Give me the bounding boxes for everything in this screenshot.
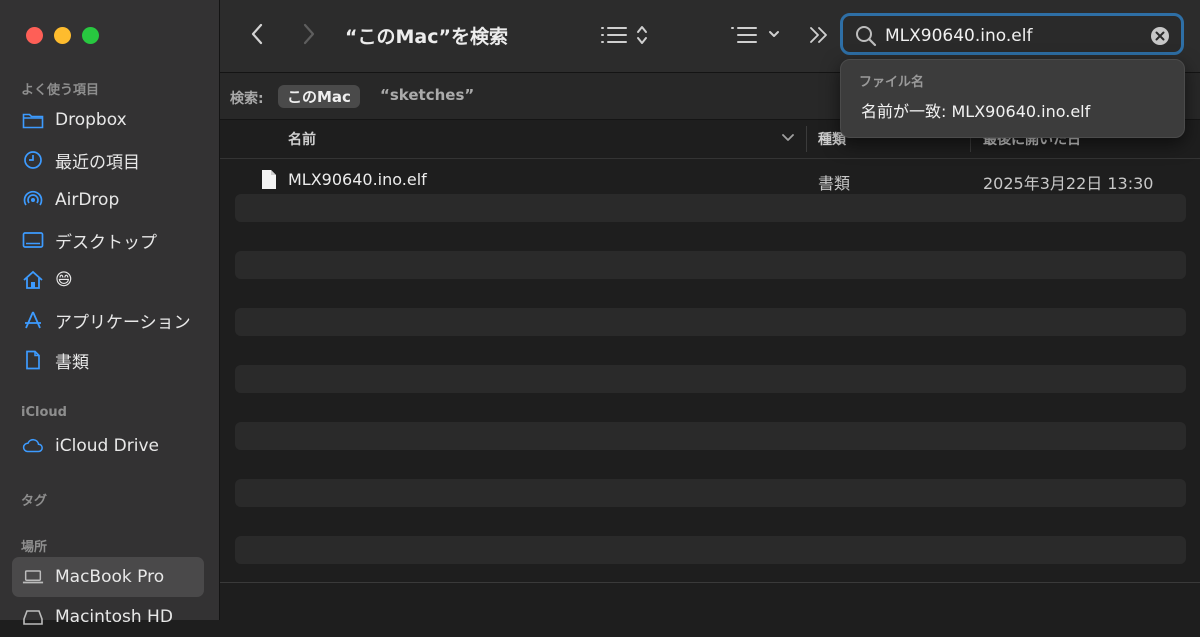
file-name: MLX90640.ino.elf — [288, 170, 427, 189]
table-row[interactable]: MLX90640.ino.elf 書類 2025年3月22日 13:30 — [235, 166, 1186, 194]
locations-header: 場所 — [21, 540, 48, 555]
group-button[interactable] — [730, 24, 784, 50]
folder-icon — [22, 109, 44, 131]
sidebar-item-label: 😄 — [55, 270, 73, 290]
empty-row — [235, 479, 1186, 507]
sidebar-item-home[interactable]: 😄 — [12, 260, 204, 300]
document-file-icon — [262, 170, 276, 189]
zoom-window-button[interactable] — [82, 27, 99, 44]
tags-header: タグ — [21, 494, 48, 509]
empty-row — [235, 251, 1186, 279]
sidebar-item-icloud-drive[interactable]: iCloud Drive — [12, 426, 204, 466]
empty-row — [235, 536, 1186, 564]
window-controls — [26, 27, 99, 44]
scope-label: 検索: — [230, 91, 264, 107]
laptop-icon — [22, 566, 44, 588]
empty-row — [235, 422, 1186, 450]
search-suggestions-popup: ファイル名 名前が一致: MLX90640.ino.elf — [840, 59, 1185, 138]
sidebar-item-macbook-pro[interactable]: MacBook Pro — [12, 557, 204, 597]
sidebar-item-label: アプリケーション — [55, 312, 191, 333]
airdrop-icon — [22, 189, 44, 211]
back-button[interactable] — [250, 22, 264, 50]
column-header-name[interactable]: 名前 — [288, 129, 316, 149]
sidebar-item-recents[interactable]: 最近の項目 — [12, 140, 204, 180]
empty-row — [235, 308, 1186, 336]
column-divider[interactable] — [806, 126, 807, 152]
view-list-button[interactable] — [600, 24, 652, 50]
path-bar-divider — [220, 582, 1200, 583]
sidebar-item-label: 書類 — [55, 352, 89, 373]
sidebar-item-label: デスクトップ — [55, 232, 157, 253]
chevron-right-icon — [303, 23, 315, 45]
file-kind: 書類 — [818, 174, 851, 193]
search-icon — [856, 26, 877, 47]
sidebar-item-documents[interactable]: 書類 — [12, 340, 204, 380]
file-date: 2025年3月22日 13:30 — [983, 174, 1154, 193]
double-chevron-right-icon — [810, 27, 827, 43]
close-window-button[interactable] — [26, 27, 43, 44]
minimize-window-button[interactable] — [54, 27, 71, 44]
desktop-icon — [22, 229, 44, 251]
sidebar-item-label: 最近の項目 — [55, 152, 140, 173]
list-view-icon — [601, 26, 647, 44]
sidebar: よく使う項目 Dropbox 最近の項目 AirDrop デスクトップ 😄 アプ… — [0, 0, 220, 627]
applications-icon — [22, 309, 44, 331]
cloud-icon — [22, 435, 44, 457]
chevron-left-icon — [251, 23, 263, 45]
empty-row — [235, 365, 1186, 393]
icloud-header: iCloud — [21, 405, 67, 420]
suggestion-header: ファイル名 — [859, 75, 925, 90]
suggestion-item[interactable]: 名前が一致: MLX90640.ino.elf — [861, 98, 1090, 122]
sidebar-item-label: AirDrop — [55, 190, 120, 210]
sidebar-item-label: Macintosh HD — [55, 607, 173, 627]
sidebar-item-label: MacBook Pro — [55, 567, 165, 587]
sidebar-item-applications[interactable]: アプリケーション — [12, 300, 204, 340]
disk-icon — [22, 606, 44, 628]
group-options-icon — [731, 27, 779, 43]
sidebar-item-macintosh-hd[interactable]: Macintosh HD — [12, 597, 204, 637]
chevron-down-icon — [782, 134, 794, 141]
scope-this-mac-button[interactable]: このMac — [278, 85, 360, 108]
favorites-header: よく使う項目 — [21, 83, 100, 98]
empty-row — [235, 194, 1186, 222]
search-input[interactable]: MLX90640.ino.elf — [885, 26, 1032, 46]
forward-button[interactable] — [302, 22, 316, 50]
scope-sketches-button[interactable]: “sketches” — [380, 86, 474, 104]
sidebar-item-label: iCloud Drive — [55, 436, 160, 456]
clear-search-icon[interactable] — [1150, 26, 1170, 46]
sidebar-item-airdrop[interactable]: AirDrop — [12, 180, 204, 220]
sidebar-item-dropbox[interactable]: Dropbox — [12, 100, 204, 140]
sidebar-item-label: Dropbox — [55, 110, 127, 130]
sidebar-item-desktop[interactable]: デスクトップ — [12, 220, 204, 260]
document-icon — [22, 349, 44, 371]
window-title: “このMac”を検索 — [345, 26, 508, 48]
search-field[interactable]: MLX90640.ino.elf — [840, 13, 1184, 55]
clock-icon — [22, 149, 44, 171]
more-toolbar-button[interactable] — [808, 26, 830, 48]
home-icon — [22, 269, 44, 291]
